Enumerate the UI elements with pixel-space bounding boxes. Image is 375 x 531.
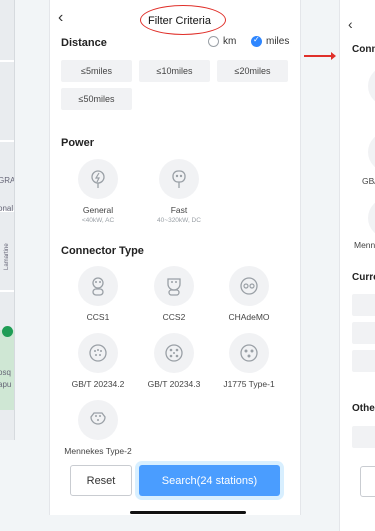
- plug-fast-icon: [159, 159, 199, 199]
- distance-chip-5[interactable]: ≤5miles: [61, 60, 132, 82]
- ccs2-connector-icon: [154, 266, 194, 306]
- unit-radio-km[interactable]: km: [208, 36, 236, 47]
- search-button[interactable]: Search(24 stations): [139, 465, 280, 496]
- right-chip[interactable]: [352, 350, 375, 372]
- connector-option-j1772[interactable]: J1775 Type-1: [214, 333, 284, 390]
- connector-label: CCS2: [162, 312, 186, 322]
- home-indicator: [130, 511, 246, 514]
- radio-unchecked-icon: [208, 36, 219, 47]
- back-chevron-icon[interactable]: ‹: [58, 10, 63, 26]
- power-label: Fast: [170, 205, 188, 215]
- plug-general-icon: [78, 159, 118, 199]
- map-label: GRA: [0, 176, 15, 185]
- map-label: onal: [0, 204, 14, 213]
- right-chip[interactable]: [352, 322, 375, 344]
- map-label: apu: [0, 380, 12, 389]
- connector-label: GB/T 20234.2: [71, 379, 125, 389]
- map-street-label: Lamartine: [4, 243, 10, 270]
- right-section-title: Curre: [352, 272, 375, 283]
- filter-panel: ‹ Filter Criteria Distance km miles ≤5mi…: [49, 0, 301, 515]
- connector-option-ccs2[interactable]: CCS2: [139, 266, 209, 323]
- gbt-ac-connector-icon: [78, 333, 118, 373]
- connector-option-ccs1[interactable]: CCS1: [63, 266, 133, 323]
- connector-option-gbt-20234-2[interactable]: GB/T 20234.2: [63, 333, 133, 390]
- right-option-label: Menne: [354, 240, 375, 250]
- right-chip[interactable]: [352, 426, 375, 448]
- radio-checked-icon: [251, 35, 262, 47]
- distance-chip-50[interactable]: ≤50miles: [61, 88, 132, 110]
- ccs1-connector-icon: [78, 266, 118, 306]
- right-option-label: GB/: [362, 176, 375, 186]
- map-road: [0, 60, 14, 62]
- map-road: [0, 140, 14, 142]
- connector-label: CCS1: [86, 312, 110, 322]
- unit-label-miles: miles: [266, 36, 290, 47]
- right-chip[interactable]: [352, 294, 375, 316]
- right-section-title: Othe: [352, 403, 375, 414]
- unit-radio-miles[interactable]: miles: [251, 35, 290, 47]
- connector-label: CHAdeMO: [228, 312, 270, 322]
- page-title: Filter Criteria: [148, 15, 211, 27]
- map-label: osq: [0, 368, 11, 377]
- connector-section-title: Connector Type: [61, 245, 144, 257]
- filter-footer: Reset Search(24 stations): [50, 456, 300, 508]
- connector-label: J1775 Type-1: [223, 379, 275, 389]
- power-option-general[interactable]: General <40kW, AC: [63, 159, 133, 225]
- right-section-title: Conn: [352, 44, 375, 55]
- mennekes-connector-icon: [78, 400, 118, 440]
- distance-section-title: Distance: [61, 37, 107, 49]
- connector-option-mennekes[interactable]: Mennekes Type-2: [63, 400, 133, 457]
- power-section-title: Power: [61, 137, 95, 149]
- power-label: General: [82, 205, 114, 215]
- chademo-connector-icon: [229, 266, 269, 306]
- unit-label-km: km: [223, 36, 237, 47]
- j1772-connector-icon: [229, 333, 269, 373]
- connector-label: GB/T 20234.3: [147, 379, 201, 389]
- power-sublabel: 40~320kW, DC: [157, 217, 201, 224]
- reset-button[interactable]: Reset: [70, 465, 132, 496]
- gbt-dc-connector-icon: [154, 333, 194, 373]
- back-chevron-icon[interactable]: ‹: [348, 16, 353, 32]
- right-reset-button[interactable]: [360, 466, 375, 497]
- next-screen-panel: ‹ Conn GB/ Menne Curre Othe: [339, 0, 375, 531]
- connector-option-gbt-20234-3[interactable]: GB/T 20234.3: [139, 333, 209, 390]
- distance-chip-20[interactable]: ≤20miles: [217, 60, 288, 82]
- map-background[interactable]: GRA onal Lamartine osq apu: [0, 0, 15, 440]
- map-road: [0, 290, 14, 292]
- annotation-arrow-icon: [304, 52, 336, 60]
- connector-option-chademo[interactable]: CHAdeMO: [214, 266, 284, 323]
- connector-icon[interactable]: [368, 66, 375, 106]
- connector-icon[interactable]: [368, 132, 375, 172]
- connector-icon[interactable]: [368, 198, 375, 238]
- map-location-pin-icon[interactable]: [2, 326, 13, 337]
- power-option-fast[interactable]: Fast 40~320kW, DC: [144, 159, 214, 225]
- power-sublabel: <40kW, AC: [81, 217, 115, 224]
- distance-chip-10[interactable]: ≤10miles: [139, 60, 210, 82]
